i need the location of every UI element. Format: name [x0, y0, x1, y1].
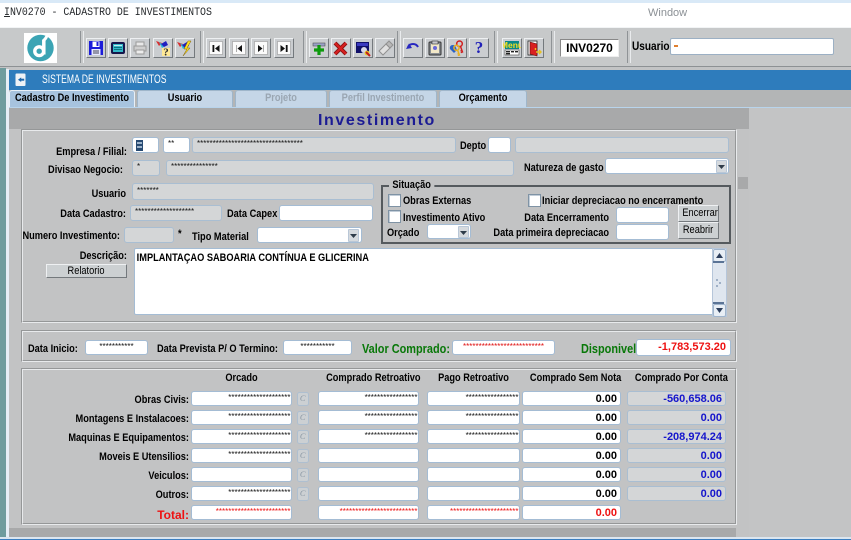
svg-text:?: ?	[163, 47, 169, 58]
svg-text:Menu: Menu	[503, 40, 521, 50]
